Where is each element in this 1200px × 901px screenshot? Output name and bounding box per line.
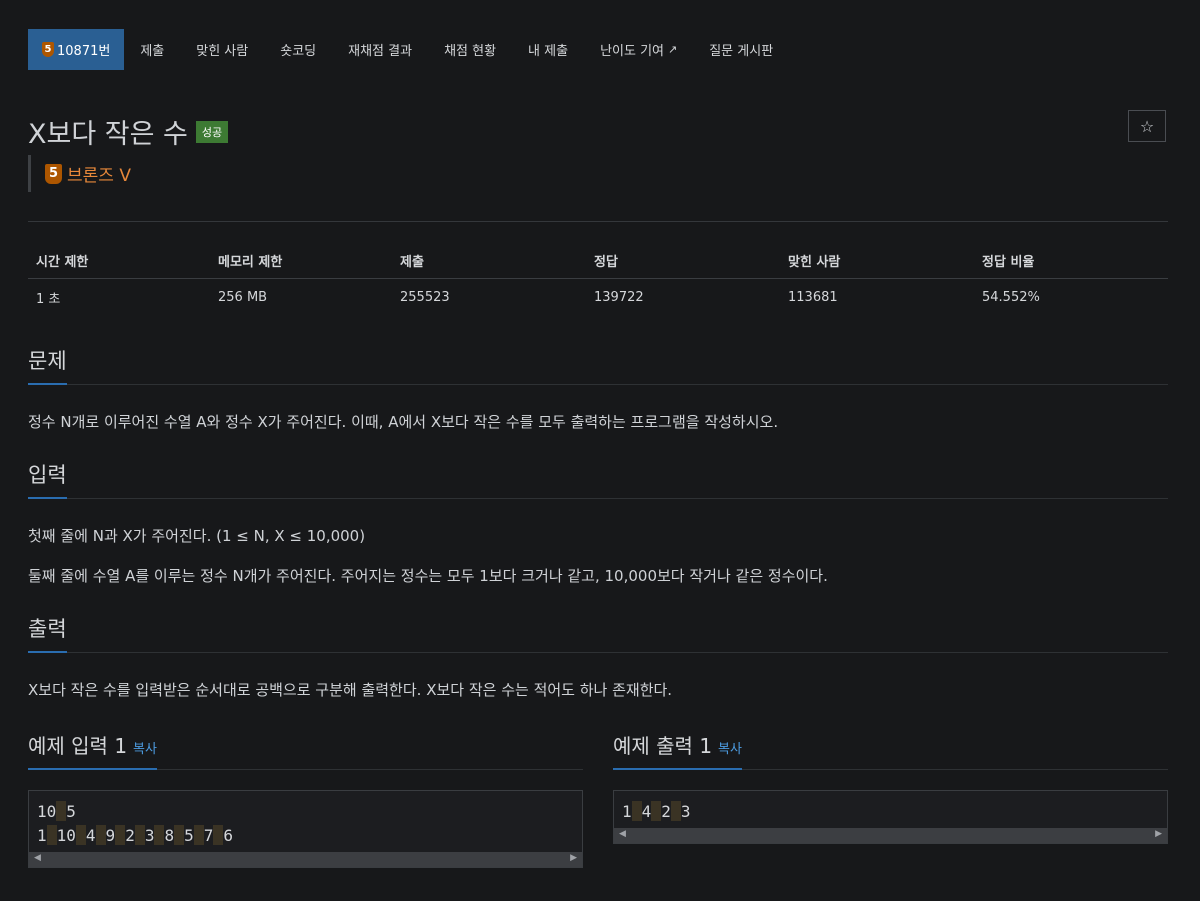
nav-solved-users[interactable]: 맞힌 사람 [180,29,264,70]
sample-input-token: 9 [105,826,116,845]
sample-output-label-wrap: 예제 출력 1 복사 [613,730,742,770]
title-row: X보다 작은 수 성공 [28,112,229,151]
sample-input-box[interactable]: 10 5 1 10 4 9 2 3 8 5 7 6 ◀ ▶ [28,790,583,868]
sample-input-token: 7 [203,826,214,845]
sample-output-header: 예제 출력 1 복사 [613,730,1168,770]
whitespace-marker [75,825,86,845]
nav-rejudge-results[interactable]: 재채점 결과 [332,29,428,70]
sample-output-token: 4 [641,802,652,821]
whitespace-marker [651,801,662,821]
nav-question-board[interactable]: 질문 게시판 [693,29,789,70]
problem-nav: 5 10871번 제출 맞힌 사람 숏코딩 재채점 결과 채점 현황 내 제출 … [28,29,789,70]
whitespace-marker [213,825,224,845]
sample-input-title: 예제 입력 1 [28,734,128,758]
sample-input-line: 1 10 4 9 2 3 8 5 7 6 [37,824,574,848]
table-row: 1 초 256 MB 255523 139722 113681 54.552% [28,279,1168,317]
input-section-header: 입력 [28,459,1168,499]
sample-input-scrollbar[interactable]: ◀ ▶ [29,852,582,867]
accepted-value: 139722 [594,290,644,305]
problem-description: 정수 N개로 이루어진 수열 A와 정수 X가 주어진다. 이때, A에서 X보… [28,413,779,431]
whitespace-marker [174,825,185,845]
page-title: X보다 작은 수 [28,119,188,150]
copy-input-button[interactable]: 복사 [133,742,157,757]
whitespace-marker [56,801,67,821]
problem-section-title: 문제 [28,345,67,385]
sample-input-code[interactable]: 10 5 1 10 4 9 2 3 8 5 7 6 [29,791,582,852]
favorite-button[interactable]: ☆ [1128,110,1166,142]
sample-output-token: 1 [622,802,632,821]
sample-input-token: 1 [37,826,47,845]
header-memory-limit: 메모리 제한 [210,243,392,279]
sample-output-box[interactable]: 1423 ◀ ▶ [613,790,1168,844]
tier-info: 5 브론즈 V [28,155,131,192]
time-limit-value: 1 초 [36,292,61,307]
sample-output-scrollbar[interactable]: ◀ ▶ [614,828,1167,843]
scroll-left-icon[interactable]: ◀ [619,829,626,839]
header-solved-users: 맞힌 사람 [780,243,974,279]
problem-section-header: 문제 [28,345,1168,385]
scroll-right-icon[interactable]: ▶ [1155,829,1162,839]
sample-input-token: 10 [37,802,57,821]
sample-input-token: 6 [223,826,234,845]
problem-info-table: 시간 제한 메모리 제한 제출 정답 맞힌 사람 정답 비율 1 초 256 M… [28,243,1168,316]
sample-output-token: 2 [661,802,671,821]
tier-name[interactable]: 브론즈 V [67,161,131,186]
output-section-header: 출력 [28,613,1168,653]
sample-output-token: 3 [680,802,691,821]
whitespace-marker [154,825,165,845]
nav-problem-id[interactable]: 5 10871번 [28,29,125,70]
whitespace-marker [115,825,126,845]
sample-output-code[interactable]: 1423 [614,791,1167,828]
memory-limit-value: 256 MB [218,290,268,305]
whitespace-marker [670,801,681,821]
input-description-1: 첫째 줄에 N과 X가 주어진다. (1 ≤ N, X ≤ 10,000) [28,527,366,545]
whitespace-marker [631,801,642,821]
input-description-2: 둘째 줄에 수열 A를 이루는 정수 N개가 주어진다. 주어지는 정수는 모두… [28,567,828,585]
scroll-right-icon[interactable]: ▶ [570,853,577,863]
accept-rate-value: 54.552% [982,290,1040,305]
star-icon: ☆ [1139,116,1155,136]
whitespace-marker [46,825,57,845]
whitespace-marker [134,825,145,845]
nav-difficulty-contribution[interactable]: 난이도 기여 ↗ [584,29,693,70]
output-section-title: 출력 [28,613,67,653]
sample-input-token: 5 [184,826,194,845]
whitespace-marker [95,825,106,845]
divider [28,221,1168,222]
sample-input-token: 8 [164,826,175,845]
status-badge: 성공 [195,120,229,143]
sample-output-title: 예제 출력 1 [613,734,713,758]
header-submissions: 제출 [392,243,586,279]
input-section-title: 입력 [28,459,67,499]
nav-judge-status[interactable]: 채점 현황 [428,29,512,70]
problem-id: 10871번 [57,44,111,59]
sample-input-line: 10 5 [37,800,574,824]
header-accepted: 정답 [586,243,780,279]
external-link-icon: ↗ [668,43,678,56]
header-accept-rate: 정답 비율 [974,243,1168,279]
copy-output-button[interactable]: 복사 [718,742,742,757]
table-header-row: 시간 제한 메모리 제한 제출 정답 맞힌 사람 정답 비율 [28,243,1168,279]
output-description: X보다 작은 수를 입력받은 순서대로 공백으로 구분해 출력한다. X보다 작… [28,681,673,699]
scroll-left-icon[interactable]: ◀ [34,853,41,863]
header-time-limit: 시간 제한 [28,243,210,279]
nav-submit[interactable]: 제출 [124,29,180,70]
bronze-tier-icon: 5 [45,163,62,184]
nav-short-coding[interactable]: 숏코딩 [264,29,332,70]
solved-users-value: 113681 [788,290,838,305]
bronze-tier-icon: 5 [42,42,54,57]
nav-my-submissions[interactable]: 내 제출 [512,29,584,70]
sample-output-line: 1423 [622,800,1159,824]
whitespace-marker [193,825,204,845]
sample-input-label-wrap: 예제 입력 1 복사 [28,730,157,770]
sample-input-token: 5 [66,802,76,821]
sample-input-token: 3 [144,826,155,845]
sample-input-token: 2 [125,826,135,845]
sample-input-token: 4 [85,826,96,845]
sample-input-header: 예제 입력 1 복사 [28,730,583,770]
submissions-value: 255523 [400,290,450,305]
nav-difficulty-label: 난이도 기여 [600,44,664,59]
sample-input-token: 10 [56,826,76,845]
